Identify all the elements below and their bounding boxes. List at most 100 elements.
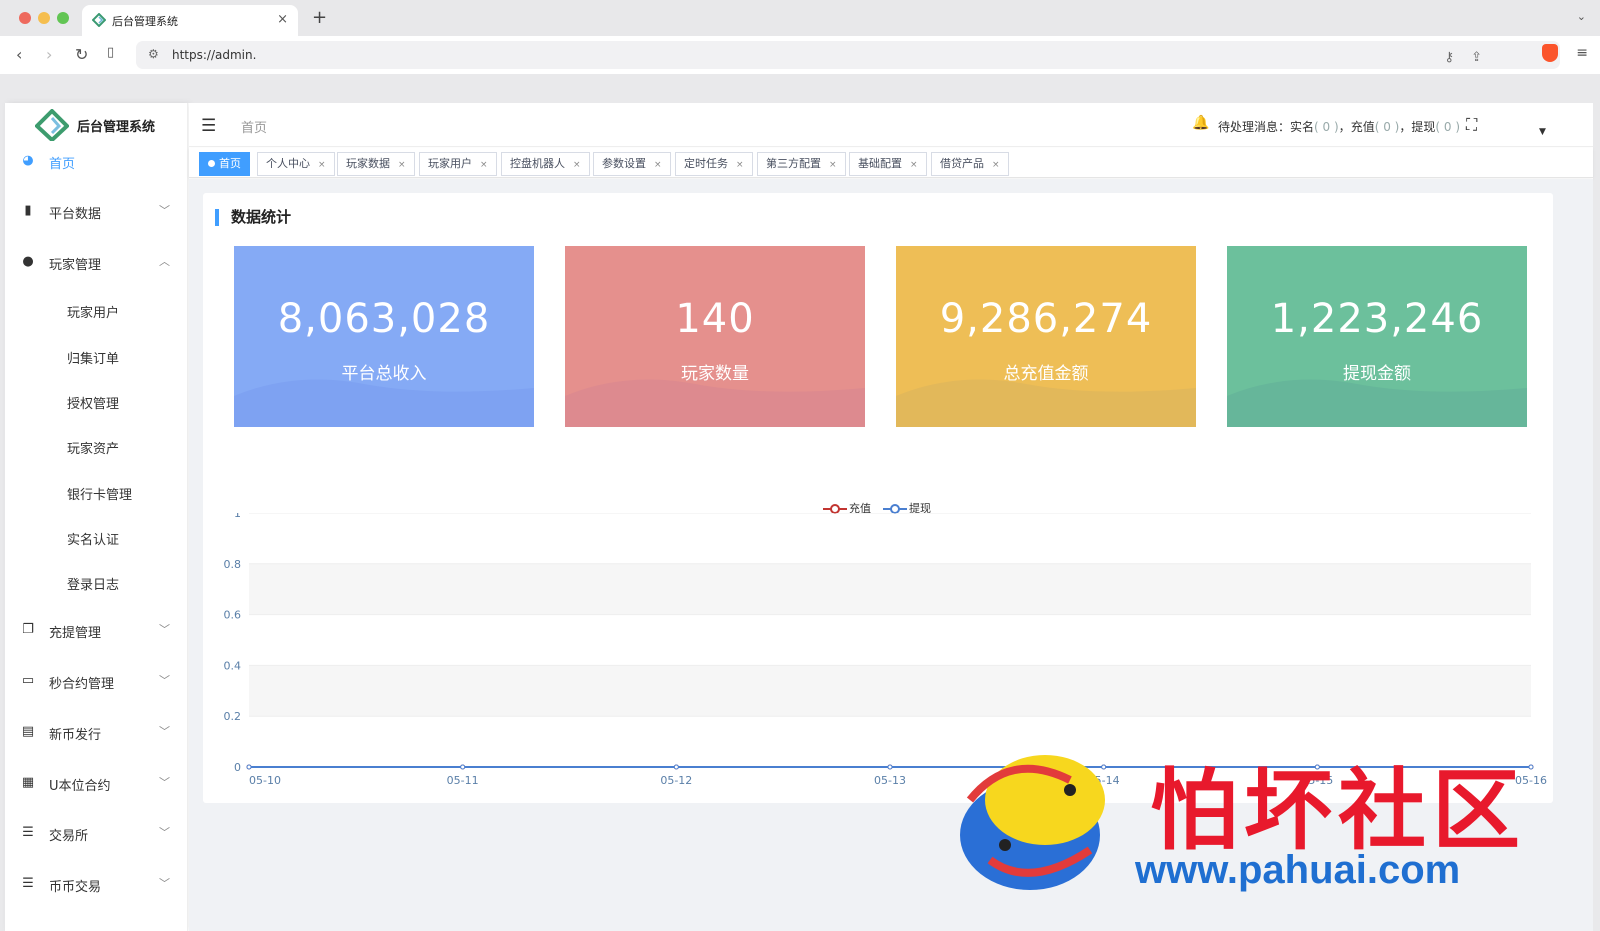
sidebar-item-1[interactable]: ▮ 平台数据 ﹀ xyxy=(5,192,187,232)
series-point-1[interactable] xyxy=(460,764,466,770)
tag-close-icon[interactable]: × xyxy=(992,160,1000,170)
sidebar-subitem-6[interactable]: 登录日志 xyxy=(67,574,119,593)
tag-8[interactable]: 基础配置 × xyxy=(849,152,927,176)
user-dropdown-caret-icon[interactable]: ▼ xyxy=(1539,127,1546,137)
minimize-window-button[interactable] xyxy=(38,12,50,24)
tag-close-icon[interactable]: × xyxy=(829,160,837,170)
stat-value: 140 xyxy=(675,296,755,342)
sidebar-item-7[interactable]: ☰ 交易所 ﹀ xyxy=(5,814,187,854)
sidebar-item-2[interactable]: ● 玩家管理 ︿ xyxy=(5,243,187,283)
site-settings-icon[interactable]: ⚙ xyxy=(148,47,159,61)
toggle-sidebar-icon[interactable]: ☰ xyxy=(201,116,216,136)
sidebar-item-8[interactable]: ☰ 币币交易 ﹀ xyxy=(5,865,187,905)
tag-label: 基础配置 xyxy=(858,157,902,170)
address-bar[interactable]: ⚙ https://admin. ⚷ ⇪ xyxy=(136,41,1560,69)
sidebar-item-4[interactable]: ▭ 秒合约管理 ﹀ xyxy=(5,662,187,702)
browser-menu-icon[interactable]: ≡ xyxy=(1576,45,1588,61)
tag-0[interactable]: 首页 xyxy=(199,152,250,176)
sidebar-subitem-5[interactable]: 实名认证 xyxy=(67,529,119,548)
grid-band xyxy=(249,665,1531,717)
x-tick-label: 05-13 xyxy=(874,774,906,787)
sidebar-item-0[interactable]: ◕ 首页 xyxy=(5,142,187,182)
series-point-1[interactable] xyxy=(1528,764,1534,770)
top-header: ☰ 首页 🔔 待处理消息：实名( 0 )，充值( 0 )，提现( 0 ) ⛶ ▼ xyxy=(189,103,1593,147)
tag-label: 控盘机器人 xyxy=(510,157,565,170)
tag-1[interactable]: 个人中心 × xyxy=(257,152,335,176)
sidebar-item-label: 充提管理 xyxy=(49,626,102,641)
zoom-window-button[interactable] xyxy=(57,12,69,24)
url-text[interactable]: https://admin. xyxy=(172,48,256,62)
grid-icon: ▦ xyxy=(21,775,35,790)
breadcrumb[interactable]: 首页 xyxy=(241,117,267,136)
tag-2[interactable]: 玩家数据 × xyxy=(337,152,415,176)
x-tick-label: 05-11 xyxy=(447,774,479,787)
y-tick-label: 0.2 xyxy=(224,710,242,723)
stat-card-2: 9,286,274 总充值金额 xyxy=(896,246,1196,427)
tag-6[interactable]: 定时任务 × xyxy=(675,152,753,176)
series-point-1[interactable] xyxy=(887,764,893,770)
stat-value: 8,063,028 xyxy=(277,296,491,342)
tag-5[interactable]: 参数设置 × xyxy=(593,152,671,176)
tag-close-icon[interactable]: × xyxy=(398,160,406,170)
series-point-1[interactable] xyxy=(673,764,679,770)
stat-card-3: 1,223,246 提现金额 xyxy=(1227,246,1527,427)
series-point-1[interactable] xyxy=(246,764,252,770)
chevron-up-icon: ︿ xyxy=(159,255,170,268)
main-area: ☰ 首页 🔔 待处理消息：实名( 0 )，充值( 0 )，提现( 0 ) ⛶ ▼… xyxy=(189,103,1593,931)
chevron-down-icon: ﹀ xyxy=(159,877,170,890)
bookmark-icon[interactable]: ▯ xyxy=(107,45,114,60)
sidebar-subitem-4[interactable]: 银行卡管理 xyxy=(67,484,132,503)
pending-item-1[interactable]: 充值( 0 )， xyxy=(1351,120,1412,134)
book-icon: ▮ xyxy=(24,203,32,218)
reload-icon[interactable]: ↻ xyxy=(75,45,88,64)
key-icon[interactable]: ⚷ xyxy=(1444,50,1454,65)
fullscreen-icon[interactable]: ⛶ xyxy=(1466,115,1477,135)
sidebar-item-label: 交易所 xyxy=(49,829,89,844)
sidebar-item-label: 玩家管理 xyxy=(49,258,102,273)
forward-icon[interactable]: › xyxy=(46,45,52,64)
stat-card-0: 8,063,028 平台总收入 xyxy=(234,246,534,427)
sidebar-item-5[interactable]: ▤ 新币发行 ﹀ xyxy=(5,713,187,753)
back-icon[interactable]: ‹ xyxy=(16,45,22,64)
series-point-1[interactable] xyxy=(1314,764,1320,770)
brave-shield-icon[interactable] xyxy=(1542,44,1558,62)
stat-label: 平台总收入 xyxy=(341,364,427,384)
tag-close-icon[interactable]: × xyxy=(654,160,662,170)
tab-close-icon[interactable]: × xyxy=(277,12,288,27)
close-window-button[interactable] xyxy=(19,12,31,24)
share-icon[interactable]: ⇪ xyxy=(1471,50,1482,65)
tag-close-icon[interactable]: × xyxy=(910,160,918,170)
bell-icon[interactable]: 🔔 xyxy=(1192,115,1209,131)
section-title: 数据统计 xyxy=(215,209,291,226)
tag-3[interactable]: 玩家用户 × xyxy=(419,152,497,176)
stat-label: 提现金额 xyxy=(1343,364,1411,384)
tag-close-icon[interactable]: × xyxy=(318,160,326,170)
sidebar-item-3[interactable]: ❐ 充提管理 ﹀ xyxy=(5,611,187,651)
tab-title: 后台管理系统 xyxy=(112,15,178,28)
tag-label: 个人中心 xyxy=(266,157,310,170)
sidebar-subitem-3[interactable]: 玩家资产 xyxy=(67,438,119,457)
chevron-down-icon: ﹀ xyxy=(159,623,170,636)
tags-view-bar: 首页 个人中心 × 玩家数据 × 玩家用户 × 控盘机器人 × 参数设置 × 定时任务 × 第三方配置 × 基… xyxy=(189,148,1593,178)
pending-item-count: ( 0 ) xyxy=(1314,120,1339,134)
pending-item-2[interactable]: 提现( 0 ) xyxy=(1411,120,1460,134)
tag-close-icon[interactable]: × xyxy=(480,160,488,170)
tag-4[interactable]: 控盘机器人 × xyxy=(501,152,590,176)
copy-icon: ❐ xyxy=(22,622,34,637)
favicon-icon xyxy=(92,13,106,27)
series-point-1[interactable] xyxy=(1101,764,1107,770)
sidebar: 后台管理系统 ◕ 首页 ▮ 平台数据 ﹀ ● 玩家管理 ︿ ❐ 充提管理 ﹀ ▭ 秒合约管理 ﹀ ▤ 新币发行… xyxy=(5,103,188,931)
pending-item-0[interactable]: 实名( 0 )， xyxy=(1290,120,1351,134)
sidebar-item-6[interactable]: ▦ U本位合约 ﹀ xyxy=(5,764,187,804)
tag-close-icon[interactable]: × xyxy=(573,160,581,170)
tag-7[interactable]: 第三方配置 × xyxy=(757,152,846,176)
tab-list-chevron-icon[interactable]: ⌄ xyxy=(1577,10,1586,23)
sidebar-subitem-0[interactable]: 玩家用户 xyxy=(67,302,119,321)
tag-9[interactable]: 借贷产品 × xyxy=(931,152,1009,176)
sidebar-subitem-2[interactable]: 授权管理 xyxy=(67,393,119,412)
browser-tab[interactable]: 后台管理系统 × xyxy=(82,5,298,36)
sidebar-subitem-1[interactable]: 归集订单 xyxy=(67,348,119,367)
chevron-down-icon: ﹀ xyxy=(159,776,170,789)
tag-close-icon[interactable]: × xyxy=(736,160,744,170)
new-tab-button[interactable]: + xyxy=(312,7,327,28)
